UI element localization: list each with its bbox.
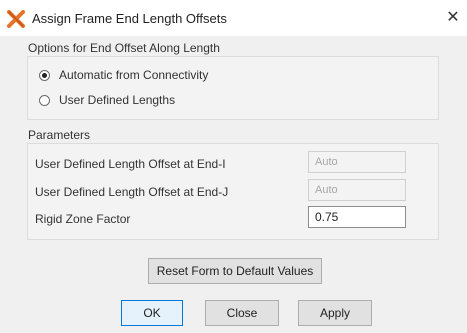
radio-button-unselected[interactable] — [39, 94, 50, 106]
end-j-offset-label: User Defined Length Offset at End-J — [35, 185, 229, 199]
app-icon — [7, 10, 25, 28]
rigid-zone-factor-label: Rigid Zone Factor — [35, 212, 131, 226]
rigid-zone-factor-input[interactable]: 0.75 — [308, 206, 406, 228]
end-j-offset-field: Auto — [308, 179, 406, 201]
radio-automatic-label: Automatic from Connectivity — [59, 68, 209, 82]
radio-button-selected[interactable] — [39, 69, 50, 81]
offset-options-group: Automatic from Connectivity User Defined… — [27, 56, 439, 120]
radio-user-defined-lengths[interactable]: User Defined Lengths — [39, 91, 175, 109]
assign-frame-end-offsets-dialog: Assign Frame End Length Offsets ✕ Option… — [0, 0, 467, 333]
title-bar: Assign Frame End Length Offsets ✕ — [0, 0, 467, 36]
ok-button[interactable]: OK — [121, 300, 183, 326]
close-button[interactable]: Close — [205, 300, 279, 326]
radio-automatic-from-connectivity[interactable]: Automatic from Connectivity — [39, 66, 208, 84]
parameters-label: Parameters — [28, 128, 91, 142]
apply-button[interactable]: Apply — [298, 300, 372, 326]
reset-defaults-button[interactable]: Reset Form to Default Values — [148, 258, 322, 284]
end-i-offset-field: Auto — [308, 151, 406, 173]
close-window-icon[interactable]: ✕ — [442, 6, 464, 30]
end-i-offset-label: User Defined Length Offset at End-I — [35, 157, 226, 171]
offset-options-label: Options for End Offset Along Length — [28, 41, 220, 55]
window-title: Assign Frame End Length Offsets — [32, 11, 227, 26]
radio-user-defined-label: User Defined Lengths — [59, 93, 176, 107]
